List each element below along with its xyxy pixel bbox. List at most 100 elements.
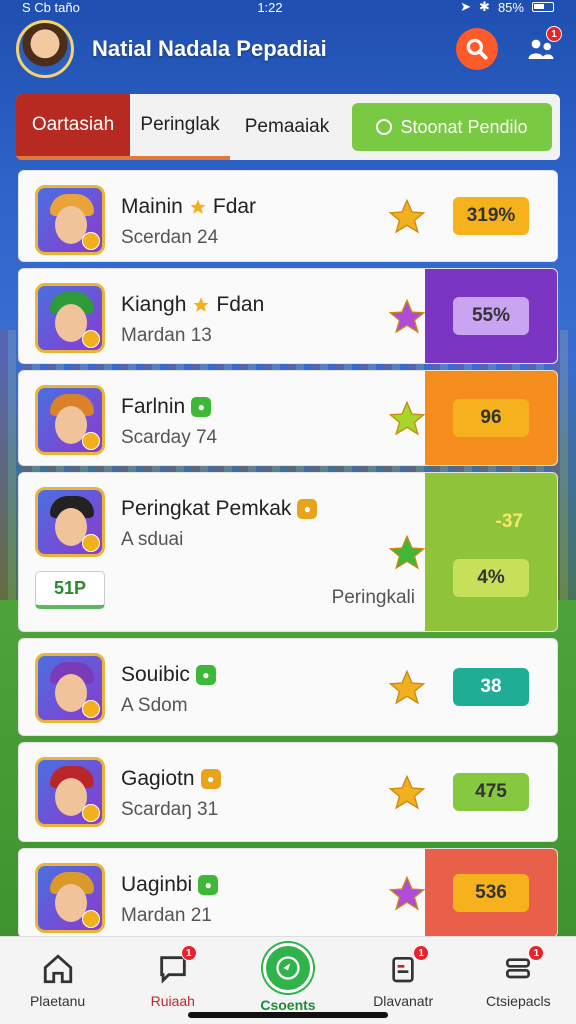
player-subtitle: Scarday 74 xyxy=(121,427,217,449)
status-icon: ● xyxy=(195,665,216,685)
tab-oartasiah[interactable]: Oartasiah xyxy=(16,94,130,160)
leaderboard-row[interactable]: Souibic ● A Sdom 38 xyxy=(18,638,558,736)
score-pill[interactable]: 536 xyxy=(453,874,529,912)
friends-button[interactable]: 1 xyxy=(522,26,562,68)
player-mini-badge-icon xyxy=(82,804,100,822)
score-pill[interactable]: 475 xyxy=(453,773,529,811)
player-thumbnail xyxy=(35,863,105,933)
star-icon xyxy=(190,199,206,214)
player-subtitle-text: Scardaŋ 31 xyxy=(121,799,219,820)
player-name: Peringkat Pemkak ● xyxy=(121,497,318,521)
player-name-text: Farlnin xyxy=(121,395,186,418)
score-pill[interactable]: 38 xyxy=(453,668,529,706)
nav-chat[interactable]: 1 Ruiaah xyxy=(123,945,223,1009)
score-pill[interactable]: 319% xyxy=(453,197,529,235)
score-area: 475 xyxy=(425,743,557,841)
nav-tasks[interactable]: 1 Dlavanatr xyxy=(353,945,453,1009)
player-thumbnail xyxy=(35,185,105,255)
home-icon xyxy=(38,949,78,989)
location-icon: ➤ xyxy=(460,0,472,14)
rank-star-icon[interactable] xyxy=(387,773,427,813)
status-icon: ● xyxy=(191,397,212,417)
player-name-text: Mainin xyxy=(121,195,183,218)
player-subtitle-text: Scerdan 24 xyxy=(121,227,219,248)
star-icon xyxy=(193,297,209,312)
player-subtitle-text: Mardan 21 xyxy=(121,905,212,926)
player-name: Souibic ● xyxy=(121,663,216,687)
player-name-text: Souibic xyxy=(121,663,190,686)
nav-home[interactable]: Plaetanu xyxy=(8,949,108,1009)
nav-settings-badge: 1 xyxy=(528,945,545,961)
score-pill[interactable]: 55% xyxy=(453,297,529,335)
player-subtitle-text: Scarday 74 xyxy=(121,427,218,448)
compass-icon xyxy=(262,943,313,993)
player-mini-badge-icon xyxy=(82,432,100,450)
leaderboard-list: Mainin Fdar Scerdan 24 319% Kiangh Fdan xyxy=(18,170,558,944)
home-indicator xyxy=(188,1012,388,1018)
score-pill[interactable]: 96 xyxy=(453,399,529,437)
nav-center[interactable]: Csoents xyxy=(238,943,338,1013)
leaderboard-row[interactable]: Farlnin ● Scarday 74 96 xyxy=(18,370,558,466)
friends-badge: 1 xyxy=(546,26,562,42)
app-header: Natial Nadala Pepadiai 1 xyxy=(0,14,576,84)
player-thumbnail xyxy=(35,283,105,353)
tab-stoonat-label: Stoonat Pendilo xyxy=(400,116,528,137)
nav-tasks-badge: 1 xyxy=(413,945,430,961)
player-subtitle-text: A sduai xyxy=(121,529,184,550)
status-icon: ● xyxy=(198,875,219,895)
score-value: 55% xyxy=(471,305,511,326)
nav-home-label: Plaetanu xyxy=(29,993,86,1009)
player-name: Uaginbi ● xyxy=(121,873,219,897)
rank-star-icon[interactable] xyxy=(387,874,427,914)
player-subtitle-text: Mardan 13 xyxy=(121,325,212,346)
player-subtitle: A sduai xyxy=(121,529,183,551)
score-area: 319% xyxy=(425,171,557,261)
status-bar: S Cb taño 1:22 ➤ ✱ 85% xyxy=(0,0,576,15)
status-icon: ● xyxy=(200,769,221,789)
score-area: 55% xyxy=(425,269,557,363)
rank-star-icon[interactable] xyxy=(387,197,427,237)
tab-pemaaiak[interactable]: Pemaaiak xyxy=(230,94,344,160)
rank-chip[interactable]: 51P xyxy=(35,571,105,609)
rank-star-icon[interactable] xyxy=(387,668,427,708)
leaderboard-row[interactable]: Uaginbi ● Mardan 21 536 xyxy=(18,848,558,938)
player-mini-badge-icon xyxy=(82,910,100,928)
leaderboard-row[interactable]: Mainin Fdar Scerdan 24 319% xyxy=(18,170,558,262)
player-subtitle: Scardaŋ 31 xyxy=(121,799,218,821)
leaderboard-row[interactable]: Peringkat Pemkak ● A sduai 4% 51P Peringk… xyxy=(18,472,558,632)
player-name: Farlnin ● xyxy=(121,395,212,419)
player-name-suffix: Fdar xyxy=(212,195,257,218)
score-value: 536 xyxy=(475,882,507,903)
avatar[interactable] xyxy=(16,20,74,78)
player-thumbnail xyxy=(35,487,105,557)
score-value: 96 xyxy=(480,407,502,428)
score-pill[interactable]: 4% xyxy=(453,559,529,597)
player-thumbnail xyxy=(35,653,105,723)
player-subtitle-text: A Sdom xyxy=(121,695,188,716)
player-mini-badge-icon xyxy=(82,700,100,718)
battery-text: 85% xyxy=(497,0,524,15)
rank-star-icon[interactable] xyxy=(387,533,427,573)
player-name-text: Kiangh xyxy=(121,293,187,316)
nav-tasks-label: Dlavanatr xyxy=(373,993,434,1009)
tab-stoonat-pendilo[interactable]: Stoonat Pendilo xyxy=(352,103,552,151)
score-top-value: -37 xyxy=(495,511,523,532)
player-mini-badge-icon xyxy=(82,232,100,250)
status-icons: ➤ ✱ 85% xyxy=(460,0,554,15)
leaderboard-row[interactable]: Gagiotn ● Scardaŋ 31 475 xyxy=(18,742,558,842)
player-name-suffix: Fdan xyxy=(216,293,265,316)
tab-peringlak[interactable]: Peringlak xyxy=(130,94,230,160)
score-value: 38 xyxy=(480,676,502,697)
player-name: Mainin Fdar xyxy=(121,195,256,219)
rank-star-icon[interactable] xyxy=(387,399,427,439)
tab-bar: Oartasiah Peringlak Pemaaiak Stoonat Pen… xyxy=(16,94,560,160)
search-button[interactable] xyxy=(456,28,498,70)
player-subtitle: Scerdan 24 xyxy=(121,227,218,249)
nav-settings[interactable]: 1 Ctsiepacls xyxy=(468,945,568,1009)
clock-text: 1:22 xyxy=(257,0,283,15)
score-area: 38 xyxy=(425,639,557,735)
rank-star-icon[interactable] xyxy=(387,297,427,337)
score-area: 96 xyxy=(425,371,557,465)
leaderboard-row[interactable]: Kiangh Fdan Mardan 13 55% xyxy=(18,268,558,364)
bluetooth-icon: ✱ xyxy=(479,0,490,14)
